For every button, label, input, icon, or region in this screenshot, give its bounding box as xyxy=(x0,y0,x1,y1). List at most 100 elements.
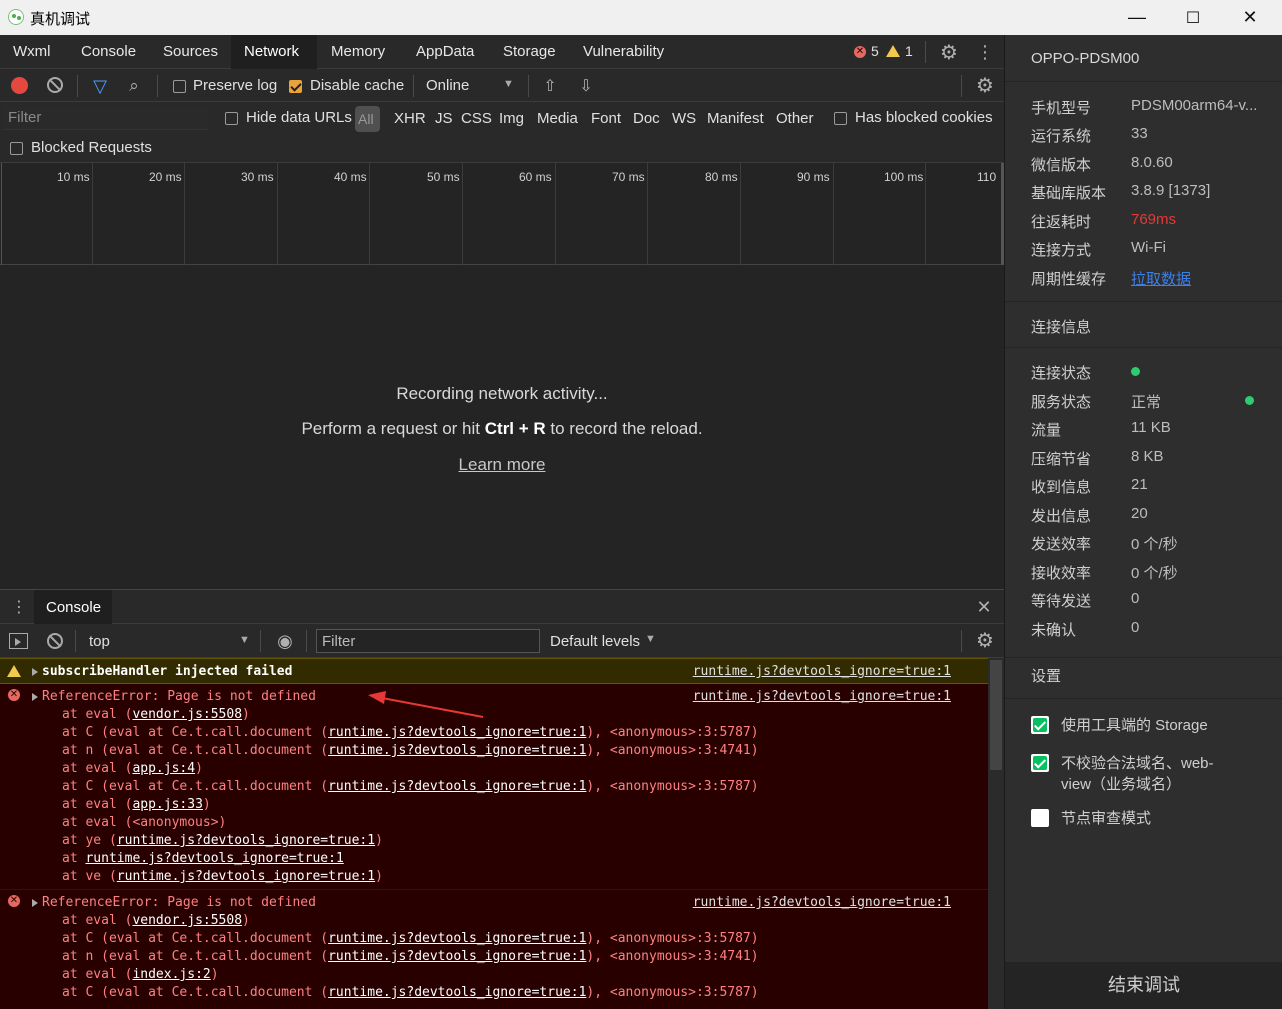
close-window-button[interactable]: ✕ xyxy=(1221,0,1279,35)
export-har-icon[interactable]: ⇩ xyxy=(577,75,595,97)
error-source-link[interactable]: runtime.js?devtools_ignore=true:1 xyxy=(693,688,951,706)
frame-link[interactable]: app.js:33 xyxy=(132,797,202,812)
conn-key: 等待发送 xyxy=(1031,593,1092,610)
received-value: 21 xyxy=(1131,476,1148,493)
learn-more-link[interactable]: Learn more xyxy=(0,455,1004,475)
frame-link[interactable]: vendor.js:5508 xyxy=(132,707,242,722)
levels-chevron-down-icon: ▼ xyxy=(645,633,656,645)
error-count[interactable]: 5 xyxy=(871,43,879,59)
frame-link[interactable]: runtime.js?devtools_ignore=true:1 xyxy=(328,725,586,740)
record-icon[interactable] xyxy=(11,77,28,94)
clear-console-icon[interactable] xyxy=(47,633,63,649)
type-filter-doc[interactable]: Doc xyxy=(633,110,660,127)
stack-frame: at C (eval at Ce.t.call.document (runtim… xyxy=(62,779,759,794)
scrollbar-thumb[interactable] xyxy=(990,660,1002,770)
type-filter-manifest[interactable]: Manifest xyxy=(707,110,764,127)
search-icon[interactable]: ⌕ xyxy=(124,75,144,97)
disable-cache-checkbox[interactable] xyxy=(289,80,302,93)
type-filter-js[interactable]: JS xyxy=(435,110,453,127)
has-blocked-cookies-checkbox[interactable] xyxy=(834,112,847,125)
devtools-panel: Wxml Console Sources Network Memory AppD… xyxy=(0,35,1004,1009)
expand-arrow-icon[interactable] xyxy=(32,668,38,676)
network-filter-input[interactable]: Filter xyxy=(3,106,208,130)
maximize-button[interactable]: ☐ xyxy=(1164,0,1222,35)
frame-link[interactable]: runtime.js?devtools_ignore=true:1 xyxy=(328,743,586,758)
settings-gear-icon[interactable]: ⚙ xyxy=(938,41,960,64)
close-drawer-icon[interactable]: ✕ xyxy=(974,596,994,618)
info-key: 连接方式 xyxy=(1031,242,1092,259)
stack-frame: at C (eval at Ce.t.call.document (runtim… xyxy=(62,985,759,1000)
frame-link[interactable]: runtime.js?devtools_ignore=true:1 xyxy=(328,931,586,946)
frame-link[interactable]: runtime.js?devtools_ignore=true:1 xyxy=(117,869,375,884)
type-filter-media[interactable]: Media xyxy=(537,110,578,127)
type-filter-font[interactable]: Font xyxy=(591,110,621,127)
warning-count[interactable]: 1 xyxy=(905,43,913,59)
import-har-icon[interactable]: ⇧ xyxy=(541,75,559,97)
tab-wxml[interactable]: Wxml xyxy=(0,35,64,69)
live-expression-eye-icon[interactable]: ◉ xyxy=(273,630,297,652)
throttle-chevron-down-icon: ▼ xyxy=(503,78,514,90)
frame-link[interactable]: runtime.js?devtools_ignore=true:1 xyxy=(117,833,375,848)
sidebar-toggle-icon[interactable] xyxy=(9,633,28,649)
expand-arrow-icon[interactable] xyxy=(32,693,38,701)
warning-source-link[interactable]: runtime.js?devtools_ignore=true:1 xyxy=(693,663,951,681)
more-menu-icon[interactable]: ⋮ xyxy=(976,41,994,63)
console-warning-message[interactable]: subscribeHandler injected failed runtime… xyxy=(0,658,988,684)
context-select[interactable]: top xyxy=(89,633,110,650)
frame-link[interactable]: runtime.js?devtools_ignore=true:1 xyxy=(328,949,586,964)
filter-icon[interactable]: ▽ xyxy=(90,75,110,97)
tab-memory[interactable]: Memory xyxy=(318,35,398,69)
type-filter-xhr[interactable]: XHR xyxy=(394,110,426,127)
frame-link[interactable]: app.js:4 xyxy=(132,761,195,776)
console-filter-input[interactable]: Filter xyxy=(316,629,540,653)
network-filter-bar: Filter Hide data URLs All XHR JS CSS Img… xyxy=(0,102,1004,163)
skip-domain-check-checkbox[interactable] xyxy=(1031,754,1049,772)
stack-frame: at C (eval at Ce.t.call.document (runtim… xyxy=(62,725,759,740)
network-timeline-overview[interactable]: 10 ms 20 ms 30 ms 40 ms 50 ms 60 ms 70 m… xyxy=(0,163,1004,265)
receive-rate-value: 0 个/秒 xyxy=(1131,565,1178,582)
throttle-select[interactable]: Online xyxy=(426,77,469,94)
end-debug-button[interactable]: 结束调试 xyxy=(1005,962,1282,1009)
node-inspect-mode-checkbox[interactable] xyxy=(1031,809,1049,827)
window-titlebar: 真机调试 — ☐ ✕ xyxy=(0,0,1282,35)
type-filter-other[interactable]: Other xyxy=(776,110,814,127)
tab-sources[interactable]: Sources xyxy=(150,35,231,69)
console-settings-gear-icon[interactable]: ⚙ xyxy=(974,629,996,652)
tab-appdata[interactable]: AppData xyxy=(403,35,487,69)
tab-storage[interactable]: Storage xyxy=(490,35,569,69)
blocked-requests-checkbox[interactable] xyxy=(10,142,23,155)
network-settings-gear-icon[interactable]: ⚙ xyxy=(974,74,996,97)
type-filter-css[interactable]: CSS xyxy=(461,110,492,127)
frame-link[interactable]: vendor.js:5508 xyxy=(132,913,242,928)
fetch-data-link[interactable]: 拉取数据 xyxy=(1131,268,1191,289)
expand-arrow-icon[interactable] xyxy=(32,899,38,907)
log-levels-select[interactable]: Default levels xyxy=(550,633,640,650)
tab-vulnerability[interactable]: Vulnerability xyxy=(570,35,677,69)
drawer-tab-console[interactable]: Console xyxy=(34,590,112,624)
frame-link[interactable]: runtime.js?devtools_ignore=true:1 xyxy=(328,779,586,794)
minimize-button[interactable]: — xyxy=(1108,0,1166,35)
connection-status-dot xyxy=(1131,367,1140,376)
type-filter-ws[interactable]: WS xyxy=(672,110,696,127)
error-source-link[interactable]: runtime.js?devtools_ignore=true:1 xyxy=(693,894,951,912)
tab-console[interactable]: Console xyxy=(68,35,149,69)
use-tool-storage-checkbox[interactable] xyxy=(1031,716,1049,734)
frame-link[interactable]: runtime.js?devtools_ignore=true:1 xyxy=(85,851,343,866)
hide-data-urls-checkbox[interactable] xyxy=(225,112,238,125)
frame-link[interactable]: index.js:2 xyxy=(132,967,210,982)
error-text: ReferenceError: Page is not defined xyxy=(42,895,316,910)
skip-domain-check-label: 不校验合法域名、web- xyxy=(1061,755,1214,772)
console-error-message[interactable]: ✕ ReferenceError: Page is not defined ru… xyxy=(0,684,988,890)
console-error-message[interactable]: ✕ ReferenceError: Page is not defined ru… xyxy=(0,890,988,1009)
info-wechat-version-value: 8.0.60 xyxy=(1131,154,1173,171)
drawer-menu-icon[interactable]: ⋮ xyxy=(11,596,27,618)
clear-icon[interactable] xyxy=(47,77,63,93)
type-filter-img[interactable]: Img xyxy=(499,110,524,127)
preserve-log-checkbox[interactable] xyxy=(173,80,186,93)
info-model-value: PDSM00arm64-v... xyxy=(1131,97,1258,114)
frame-link[interactable]: runtime.js?devtools_ignore=true:1 xyxy=(328,985,586,1000)
type-filter-all[interactable]: All xyxy=(355,106,380,132)
console-scrollbar[interactable] xyxy=(988,658,1004,1009)
tab-network[interactable]: Network xyxy=(231,35,317,69)
device-name: OPPO-PDSM00 xyxy=(1031,50,1140,67)
